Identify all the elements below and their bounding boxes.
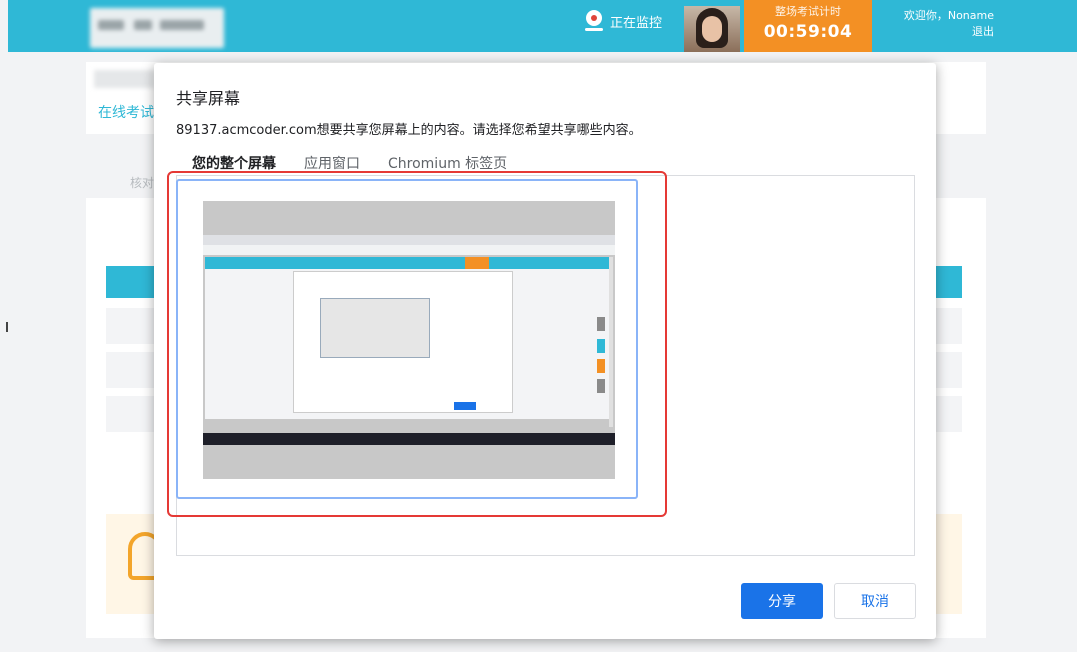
webcam-preview [684, 6, 740, 52]
timer-value: 00:59:04 [763, 22, 853, 42]
timer-label: 整场考试计时 [775, 5, 841, 18]
exam-timer: 整场考试计时 00:59:04 [744, 0, 872, 52]
tab-online-exam[interactable]: 在线考试 [98, 102, 154, 122]
user-welcome: 欢迎你，Noname 退出 [888, 8, 994, 40]
logout-link[interactable]: 退出 [888, 24, 994, 40]
dialog-title: 共享屏幕 [176, 89, 241, 108]
share-button[interactable]: 分享 [741, 583, 823, 619]
monitor-status: 正在监控 [584, 10, 662, 32]
dialog-description: 89137.acmcoder.com想要共享您屏幕上的内容。请选择您希望共享哪些… [176, 123, 642, 138]
selection-highlight [167, 171, 667, 517]
blurred-logo [90, 8, 224, 48]
exam-page: 正在监控 整场考试计时 00:59:04 欢迎你，Noname 退出 在线考试 … [0, 0, 1077, 652]
edge-marker [6, 322, 8, 332]
blurred-title [94, 70, 154, 88]
top-header: 正在监控 整场考试计时 00:59:04 欢迎你，Noname 退出 [8, 0, 1077, 52]
webcam-icon [584, 10, 604, 32]
cancel-button[interactable]: 取消 [834, 583, 916, 619]
monitor-status-text: 正在监控 [610, 15, 663, 31]
welcome-text: 欢迎你，Noname [903, 9, 994, 22]
section-label: 核对 [130, 176, 155, 190]
